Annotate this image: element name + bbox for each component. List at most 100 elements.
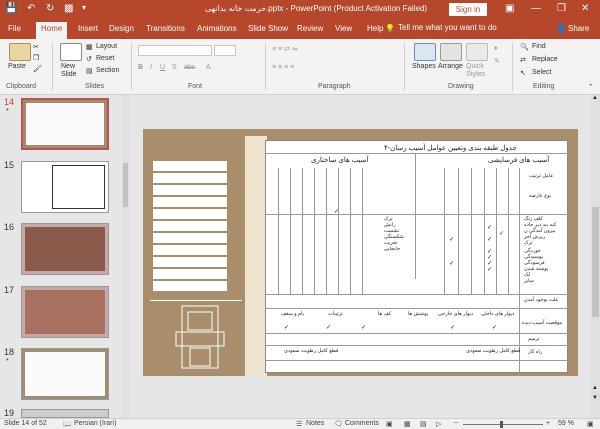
group-clipboard-label: Clipboard [6,83,36,90]
damage-classification-table: ۴-جدول طبقه بندی وتعیین عوامل آسیب رسان … [265,140,569,374]
slide-thumbnail-19[interactable] [21,409,109,418]
undo-icon[interactable]: ↶ [27,3,35,14]
check-mark: ✓ [361,325,367,331]
thumbnail-scrollbar[interactable] [122,95,129,418]
tab-animations[interactable]: Animations [197,24,237,33]
row-label: عامل ترتیب [529,173,554,179]
section-button[interactable]: Section [96,67,119,74]
editor-vertical-scrollbar[interactable]: ▲ ▲ ▼ [591,95,600,418]
slide-thumbnail-17[interactable] [21,286,109,338]
share-button[interactable]: Share [568,24,589,33]
tab-design[interactable]: Design [109,24,134,33]
group-drawing-label: Drawing [448,83,474,90]
title-bar: 💾 ↶ ↻ ▩ ▾ حرمت خانه بدانهی.pptx - PowerP… [0,0,600,19]
slideshow-icon[interactable]: ▷ [436,420,441,428]
bottom-row-label: علت بوجود آمدن [524,297,559,303]
check-mark: ✓ [492,325,498,331]
recommendation-text: قطع کامل رطوبت صعودی [284,348,339,354]
reset-button[interactable]: Reset [96,55,114,62]
share-icon[interactable]: 👤 [556,24,566,33]
find-icon: 🔍 [520,44,529,51]
bottom-row-label: راه کار [528,349,543,355]
slide-thumbnail-panel: 14 * 15 16 17 18 * 19 [0,95,122,418]
redo-icon[interactable]: ↻ [46,3,54,14]
reset-icon: ↺ [86,56,92,63]
save-icon[interactable]: 💾 [5,3,17,14]
close-icon[interactable]: ✕ [581,3,589,14]
tab-transitions[interactable]: Transitions [146,24,185,33]
tab-home[interactable]: Home [36,22,68,39]
notes-button[interactable]: Notes [306,420,324,427]
start-from-beginning-icon[interactable]: ▩ [64,3,73,14]
fit-to-window-icon[interactable]: ▣ [587,420,594,428]
bold-icon[interactable]: B [138,64,143,71]
font-size-combo[interactable] [214,45,236,56]
align-icons[interactable]: ≡ ≡ ≡ ≡ [272,64,294,71]
select-button[interactable]: Select [532,69,551,76]
comments-button[interactable]: Comments [345,420,379,427]
font-color-icon[interactable]: A [206,64,211,71]
font-name-combo[interactable] [138,45,212,56]
tab-view[interactable]: View [335,24,352,33]
comments-icon[interactable]: 🗨 [334,420,343,428]
notes-icon[interactable]: ☰ [296,420,302,428]
tab-help[interactable]: Help [367,24,383,33]
format-painter-icon[interactable]: 🖌 [33,65,42,73]
shape-outline-icon[interactable]: ✎ [494,57,500,65]
slide-star: * [6,108,9,115]
replace-button[interactable]: Replace [532,56,558,63]
normal-view-icon[interactable]: ▣ [386,420,393,428]
check-mark: ✓ [487,225,493,231]
shapes-button[interactable]: Shapes [412,63,436,70]
zoom-in-icon[interactable]: + [546,420,550,427]
tell-me-search[interactable]: Tell me what you want to do [398,23,497,32]
cut-icon[interactable]: ✂ [33,43,39,51]
structural-damage-header: آسیب های ساختاری [311,157,369,164]
tab-review[interactable]: Review [297,24,323,33]
slide-thumbnail-16[interactable] [21,223,109,275]
slide-sorter-icon[interactable]: ▦ [404,420,411,428]
location-label: تزئینات [328,311,343,317]
customize-qat-icon[interactable]: ▾ [82,3,86,12]
strikethrough-icon[interactable]: abc [184,64,195,71]
slide-number: 14 [4,97,15,107]
slide-thumbnail-15[interactable] [21,161,109,213]
quick-styles-icon[interactable] [466,43,488,61]
new-slide-icon[interactable] [60,43,82,61]
layout-button[interactable]: Layout [96,43,117,50]
arrange-icon[interactable] [440,43,462,61]
ribbon-display-options-icon[interactable]: ▣ [505,3,514,14]
bullets-icon[interactable]: ≡ ≡ ⇄ ⇋ [272,45,298,53]
zoom-out-icon[interactable]: − [454,420,458,427]
tab-slide-show[interactable]: Slide Show [248,24,288,33]
location-label: دیوار های داخلی [481,311,515,317]
group-editing-label: Editing [533,83,555,90]
floor-plan-image [175,305,225,369]
slide-thumbnail-14[interactable] [21,98,109,150]
underline-icon[interactable]: U [160,64,165,71]
sign-in-button[interactable]: Sign in [449,3,487,16]
reading-view-icon[interactable]: ▤ [420,420,427,428]
find-button[interactable]: Find [532,43,546,50]
paste-icon[interactable] [9,43,31,61]
tab-insert[interactable]: Insert [78,24,98,33]
shape-fill-icon[interactable]: ♦ [494,45,498,52]
restore-icon[interactable]: ❐ [557,3,566,14]
language-indicator[interactable]: Persian (Iran) [74,420,116,427]
spelling-icon[interactable]: 📖 [63,420,72,428]
copy-icon[interactable]: ❐ [33,54,39,62]
shapes-icon[interactable] [414,43,436,61]
minimize-icon[interactable]: — [531,3,541,14]
paste-button[interactable]: Paste [8,63,26,70]
zoom-slider-thumb[interactable] [500,421,503,428]
arrange-button[interactable]: Arrange [438,63,463,70]
italic-icon[interactable]: I [150,64,152,71]
zoom-slider[interactable] [463,424,543,425]
tab-file[interactable]: File [8,24,21,33]
quick-styles-button[interactable]: Quick Styles [466,63,485,79]
shadow-icon[interactable]: S [172,64,177,71]
slide-thumbnail-18[interactable] [21,348,109,400]
new-slide-button[interactable]: New Slide [61,63,77,79]
collapse-ribbon-icon[interactable]: ⌃ [588,83,594,91]
zoom-level[interactable]: 59 % [558,420,574,427]
